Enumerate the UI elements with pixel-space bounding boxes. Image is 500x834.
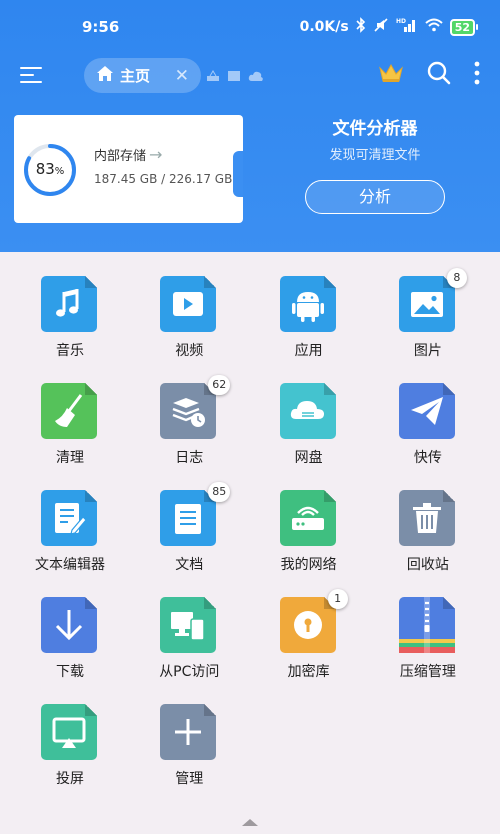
app-label: 从PC访问 — [159, 664, 220, 680]
document-icon — [160, 490, 217, 546]
app-label: 清理 — [56, 450, 84, 466]
app-label: 文本编辑器 — [35, 557, 105, 573]
app-trash[interactable]: 回收站 — [378, 466, 478, 573]
shortcut-icons — [206, 67, 264, 86]
count-badge: 1 — [327, 589, 348, 609]
mute-icon — [373, 17, 389, 37]
analyzer-title: 文件分析器 — [332, 119, 418, 139]
menu-button[interactable] — [20, 64, 44, 86]
window-icon[interactable] — [227, 67, 241, 86]
search-icon[interactable] — [426, 60, 452, 90]
analyzer-subtitle: 发现可清理文件 — [329, 148, 421, 163]
tab-home[interactable]: 主页 ✕ — [84, 58, 201, 93]
app-vault[interactable]: 1 加密库 — [259, 573, 359, 680]
app-label: 加密库 — [287, 664, 330, 680]
wifi-icon — [425, 18, 443, 36]
svg-text:HD: HD — [396, 18, 406, 25]
count-badge: 8 — [446, 268, 467, 288]
app-add[interactable]: 管理 — [139, 680, 239, 787]
header: 9:56 0.0K/s HD 52 主页 ✕ 83% 内部存储 → 187.45… — [0, 0, 500, 252]
app-paper-plane[interactable]: 快传 — [378, 359, 478, 466]
expand-handle-icon[interactable] — [242, 819, 258, 826]
video-icon — [160, 276, 217, 332]
cast-screen-icon — [41, 704, 97, 760]
tab-home-label: 主页 — [120, 67, 151, 85]
image-icon — [398, 276, 455, 332]
app-label: 视频 — [175, 343, 204, 359]
internal-storage-card[interactable]: 83% 内部存储 → 187.45 GB / 226.17 GB — [14, 115, 243, 223]
music-icon — [41, 276, 97, 332]
arrow-right-icon: → — [149, 145, 163, 164]
storage-percent: 83% — [35, 160, 65, 178]
app-music[interactable]: 音乐 — [20, 252, 120, 359]
more-options-icon[interactable] — [474, 61, 480, 89]
pc-access-icon — [160, 597, 217, 653]
battery-level: 52 — [449, 18, 475, 36]
app-document[interactable]: 85 文档 — [139, 466, 239, 573]
app-router[interactable]: 我的网络 — [259, 466, 359, 573]
broom-icon — [41, 383, 97, 439]
vault-icon — [279, 597, 336, 653]
count-badge: 62 — [208, 375, 231, 395]
analyze-button[interactable]: 分析 — [305, 180, 445, 214]
storage-sizes: 187.45 GB / 226.17 GB — [94, 172, 233, 186]
cloud-drive-icon — [279, 383, 336, 439]
clock: 9:56 — [82, 18, 120, 36]
android-icon — [279, 276, 336, 332]
app-label: 压缩管理 — [399, 664, 456, 680]
count-badge: 85 — [208, 482, 231, 502]
paper-plane-icon — [398, 383, 455, 439]
archive-icon — [398, 597, 455, 653]
app-android[interactable]: 应用 — [259, 252, 359, 359]
storage-title: 内部存储 → — [94, 145, 163, 164]
app-label: 回收站 — [406, 557, 449, 573]
app-image[interactable]: 8 图片 — [378, 252, 478, 359]
app-label: 网盘 — [294, 450, 323, 466]
text-editor-icon — [41, 490, 97, 546]
cloud-icon[interactable] — [248, 67, 264, 86]
net-speed: 0.0K/s — [299, 19, 349, 35]
crown-icon[interactable] — [378, 62, 404, 88]
app-log[interactable]: 62 日志 — [139, 359, 239, 466]
app-cast-screen[interactable]: 投屏 — [20, 680, 120, 787]
app-label: 我的网络 — [280, 557, 337, 573]
app-download[interactable]: 下载 — [20, 573, 120, 680]
app-text-editor[interactable]: 文本编辑器 — [20, 466, 120, 573]
app-cloud-drive[interactable]: 网盘 — [259, 359, 359, 466]
app-label: 下载 — [56, 664, 84, 680]
trash-icon — [398, 490, 455, 546]
app-label: 图片 — [413, 343, 442, 359]
battery-icon: 52 — [449, 18, 478, 36]
close-tab-icon[interactable]: ✕ — [175, 66, 189, 86]
signal-icon: HD — [396, 17, 418, 37]
app-pc-access[interactable]: 从PC访问 — [139, 573, 239, 680]
add-icon — [160, 704, 217, 760]
app-broom[interactable]: 清理 — [20, 359, 120, 466]
app-label: 快传 — [413, 450, 442, 466]
app-label: 投屏 — [56, 771, 84, 787]
status-bar: 9:56 0.0K/s HD 52 — [0, 0, 500, 50]
app-label: 日志 — [175, 450, 204, 466]
toolbar: 主页 ✕ — [0, 50, 500, 102]
bluetooth-icon — [356, 17, 366, 37]
app-label: 文档 — [175, 557, 204, 573]
home-icon — [96, 65, 114, 86]
app-archive[interactable]: 压缩管理 — [378, 573, 478, 680]
app-label: 管理 — [175, 771, 204, 787]
log-icon — [160, 383, 217, 439]
network-icon[interactable] — [206, 67, 220, 86]
router-icon — [279, 490, 336, 546]
app-label: 音乐 — [56, 343, 84, 359]
download-icon — [41, 597, 97, 653]
app-label: 应用 — [294, 343, 323, 359]
app-video[interactable]: 视频 — [139, 252, 239, 359]
